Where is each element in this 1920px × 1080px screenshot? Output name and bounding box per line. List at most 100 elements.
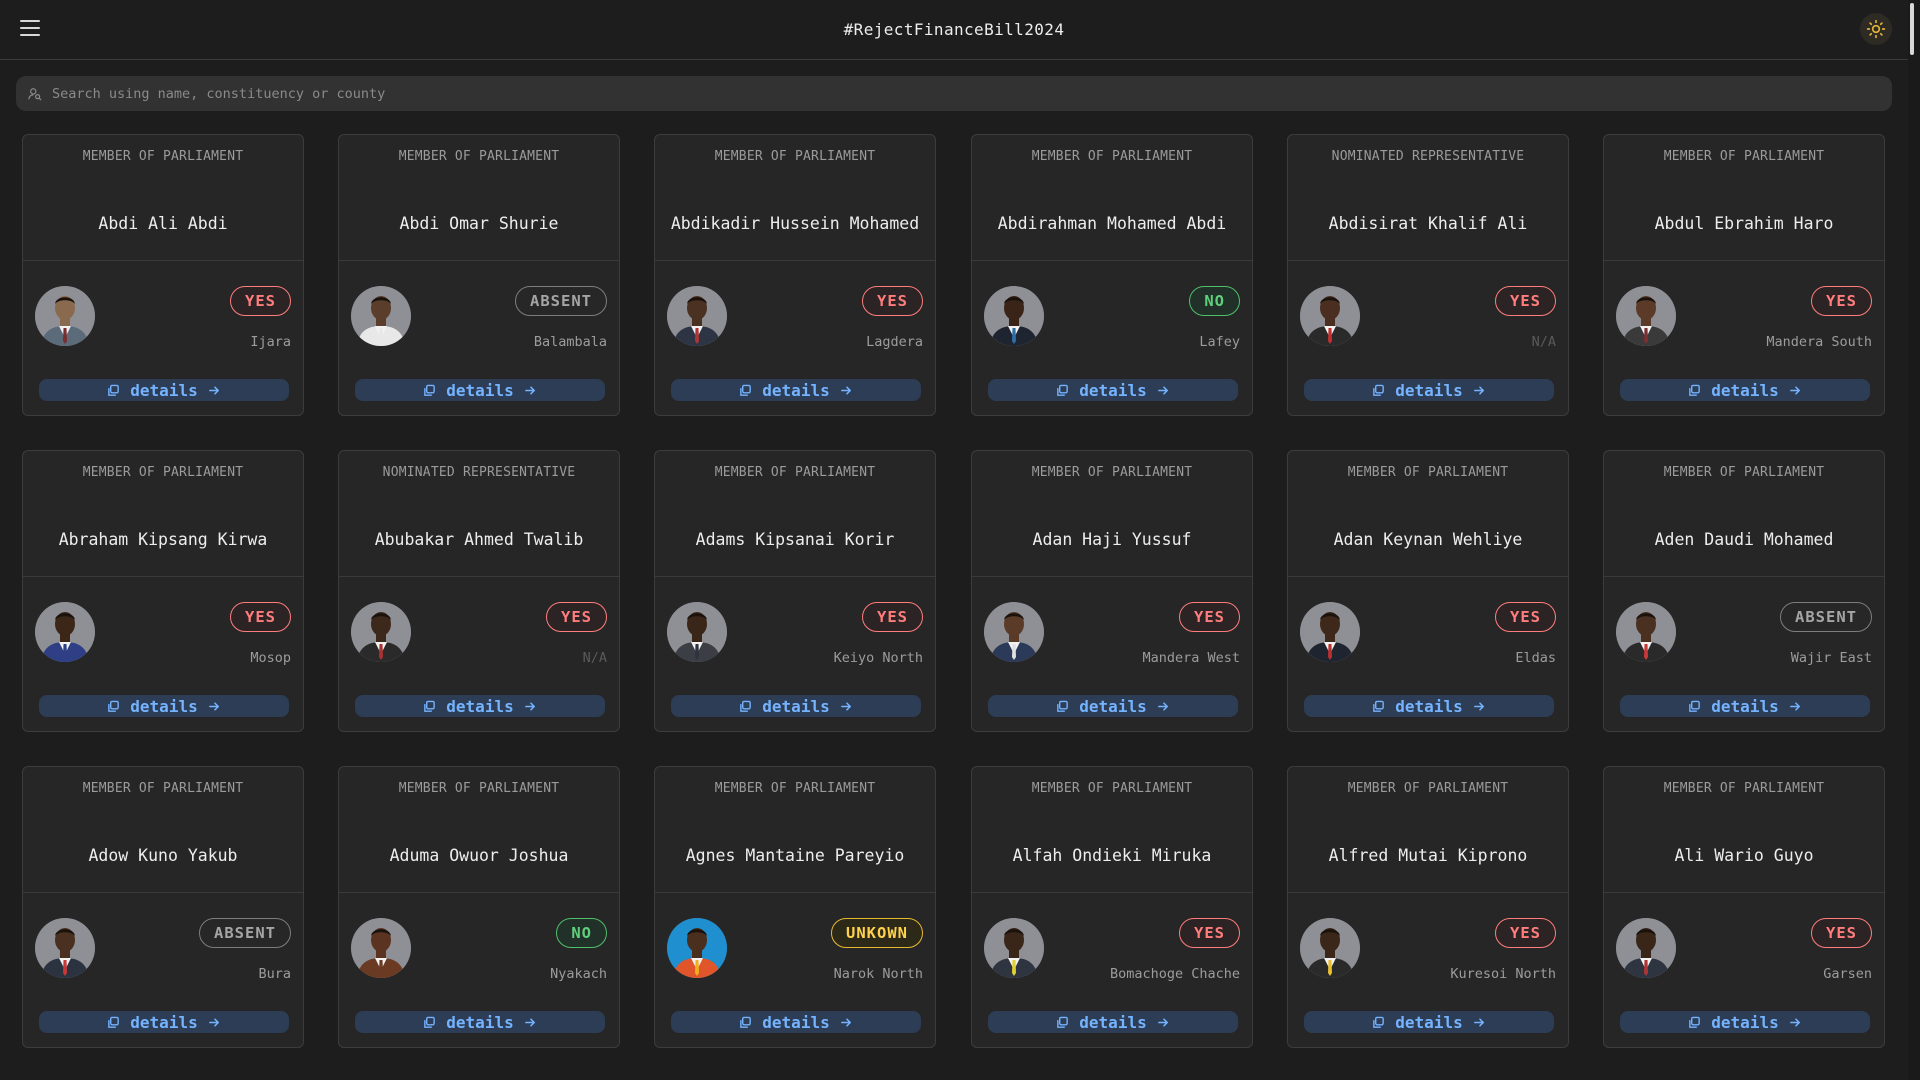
scrollbar-track[interactable]: [1908, 0, 1920, 1080]
details-button[interactable]: details: [1304, 379, 1554, 401]
details-button[interactable]: details: [1620, 379, 1870, 401]
copy-icon: [108, 700, 120, 712]
member-name: Adan Keynan Wehliye: [1333, 530, 1523, 549]
sun-icon: [1866, 19, 1886, 39]
arrow-right-icon: [208, 701, 219, 711]
theme-toggle-button[interactable]: [1860, 13, 1892, 45]
details-button[interactable]: details: [671, 379, 921, 401]
member-card: MEMBER OF PARLIAMENT Alfred Mutai Kipron…: [1287, 766, 1569, 1048]
details-button[interactable]: details: [988, 379, 1238, 401]
avatar: [667, 286, 727, 346]
card-body: YES Mandera West details: [972, 577, 1252, 732]
details-button[interactable]: details: [355, 379, 605, 401]
constituency-label: Mandera West: [1142, 650, 1240, 666]
card-header: MEMBER OF PARLIAMENT Abdirahman Mohamed …: [972, 135, 1252, 261]
vote-status-badge: NO: [1189, 286, 1240, 316]
copy-icon: [1373, 384, 1385, 396]
details-button[interactable]: details: [1620, 1011, 1870, 1033]
member-name: Abdi Ali Abdi: [98, 214, 228, 233]
card-header: MEMBER OF PARLIAMENT Aduma Owuor Joshua: [339, 767, 619, 893]
vote-status-badge: YES: [230, 286, 291, 316]
details-label: details: [1395, 696, 1463, 716]
card-body: YES Bomachoge Chache details: [972, 893, 1252, 1048]
member-card: MEMBER OF PARLIAMENT Abdul Ebrahim Haro …: [1603, 134, 1885, 416]
card-header: MEMBER OF PARLIAMENT Abdi Ali Abdi: [23, 135, 303, 261]
avatar: [1616, 918, 1676, 978]
member-name: Adow Kuno Yakub: [88, 846, 238, 865]
details-label: details: [1079, 1012, 1147, 1032]
avatar: [351, 918, 411, 978]
details-button[interactable]: details: [1620, 695, 1870, 717]
details-label: details: [130, 1012, 198, 1032]
user-search-icon: [28, 87, 42, 101]
member-card: MEMBER OF PARLIAMENT Adow Kuno Yakub ABS…: [22, 766, 304, 1048]
constituency-label: Keiyo North: [833, 650, 923, 666]
constituency-label: Bomachoge Chache: [1109, 966, 1240, 982]
member-name: Abdi Omar Shurie: [399, 214, 559, 233]
details-button[interactable]: details: [671, 1011, 921, 1033]
card-body: YES Mosop details: [23, 577, 303, 732]
member-role: MEMBER OF PARLIAMENT: [82, 149, 244, 164]
details-button[interactable]: details: [39, 379, 289, 401]
member-name: Abubakar Ahmed Twalib: [374, 530, 584, 549]
copy-icon: [424, 384, 436, 396]
details-button[interactable]: details: [1304, 1011, 1554, 1033]
details-button[interactable]: details: [355, 695, 605, 717]
member-name: Abdul Ebrahim Haro: [1654, 214, 1834, 233]
member-card: MEMBER OF PARLIAMENT Adan Keynan Wehliye…: [1287, 450, 1569, 732]
card-body: YES Lagdera details: [655, 261, 935, 416]
vote-status-badge: YES: [1179, 918, 1240, 948]
details-button[interactable]: details: [671, 695, 921, 717]
vote-status-badge: YES: [1495, 602, 1556, 632]
card-body: YES N/A details: [1288, 261, 1568, 416]
hamburger-menu-icon[interactable]: [20, 20, 40, 36]
details-label: details: [762, 1012, 830, 1032]
details-button[interactable]: details: [1304, 695, 1554, 717]
details-button[interactable]: details: [988, 695, 1238, 717]
member-role: NOMINATED REPRESENTATIVE: [382, 465, 576, 480]
avatar: [35, 918, 95, 978]
card-body: YES Mandera South details: [1604, 261, 1884, 416]
arrow-right-icon: [840, 1017, 851, 1027]
member-card: MEMBER OF PARLIAMENT Aden Daudi Mohamed …: [1603, 450, 1885, 732]
constituency-label: Narok North: [833, 966, 923, 982]
avatar: [1300, 918, 1360, 978]
card-header: MEMBER OF PARLIAMENT Adow Kuno Yakub: [23, 767, 303, 893]
avatar: [1300, 286, 1360, 346]
card-body: ABSENT Balambala details: [339, 261, 619, 416]
constituency-label: Kuresoi North: [1450, 966, 1556, 982]
copy-icon: [740, 1016, 752, 1028]
details-button[interactable]: details: [988, 1011, 1238, 1033]
member-role: MEMBER OF PARLIAMENT: [398, 781, 560, 796]
constituency-label: N/A: [1531, 334, 1556, 350]
avatar: [351, 602, 411, 662]
member-name: Agnes Mantaine Pareyio: [685, 846, 905, 865]
arrow-right-icon: [840, 701, 851, 711]
card-header: MEMBER OF PARLIAMENT Ali Wario Guyo: [1604, 767, 1884, 893]
details-button[interactable]: details: [39, 695, 289, 717]
copy-icon: [1373, 1016, 1385, 1028]
details-button[interactable]: details: [355, 1011, 605, 1033]
card-header: MEMBER OF PARLIAMENT Adams Kipsanai Kori…: [655, 451, 935, 577]
constituency-label: Lafey: [1199, 334, 1240, 350]
scrollbar-thumb[interactable]: [1910, 3, 1914, 55]
member-name: Alfah Ondieki Miruka: [1012, 846, 1212, 865]
avatar: [35, 602, 95, 662]
details-label: details: [1711, 380, 1779, 400]
details-button[interactable]: details: [39, 1011, 289, 1033]
copy-icon: [1689, 384, 1701, 396]
vote-status-badge: YES: [546, 602, 607, 632]
member-role: MEMBER OF PARLIAMENT: [1663, 149, 1825, 164]
arrow-right-icon: [1789, 385, 1800, 395]
avatar: [667, 602, 727, 662]
details-label: details: [446, 380, 514, 400]
member-role: MEMBER OF PARLIAMENT: [1347, 465, 1509, 480]
vote-status-badge: YES: [862, 602, 923, 632]
copy-icon: [108, 384, 120, 396]
card-header: NOMINATED REPRESENTATIVE Abubakar Ahmed …: [339, 451, 619, 577]
search-bar[interactable]: [16, 76, 1892, 111]
details-label: details: [446, 1012, 514, 1032]
search-input[interactable]: [50, 84, 1892, 103]
avatar: [1300, 602, 1360, 662]
member-name: Adan Haji Yussuf: [1032, 530, 1192, 549]
